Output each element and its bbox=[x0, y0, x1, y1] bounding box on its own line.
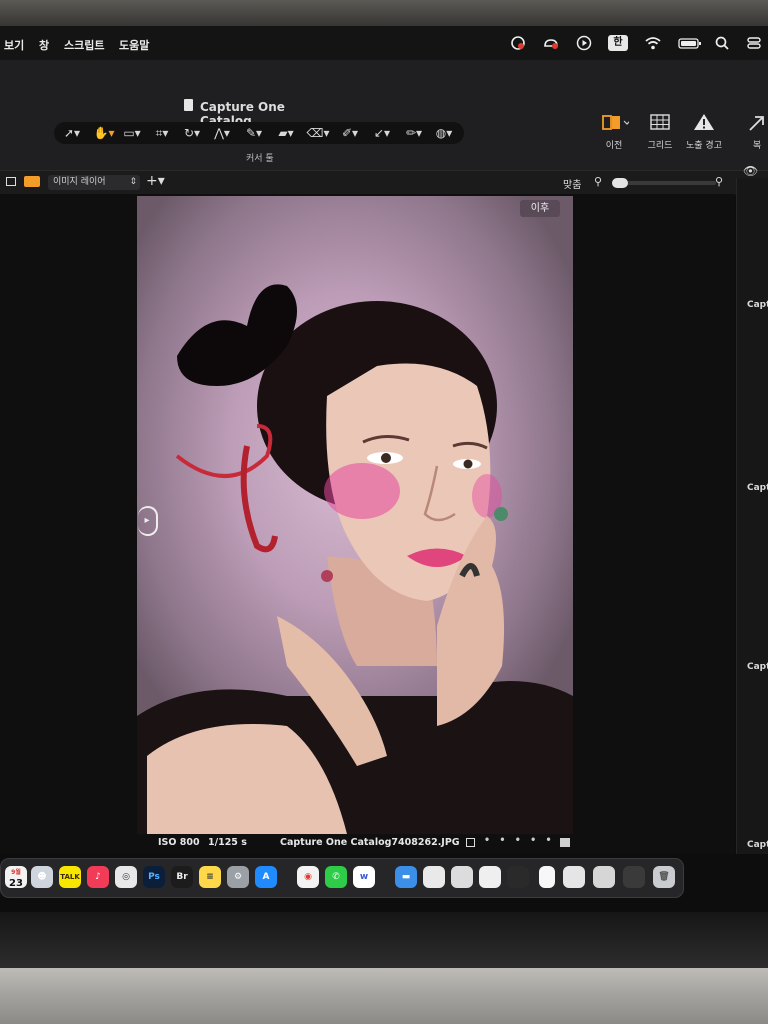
phone-app-icon[interactable]: ✆ bbox=[325, 866, 347, 888]
control-center-icon[interactable] bbox=[746, 35, 762, 51]
iso-value: ISO 800 bbox=[158, 837, 200, 848]
menu-help[interactable]: 도움말 bbox=[119, 37, 149, 53]
annotate-pen-icon[interactable]: ✏▾ bbox=[400, 124, 428, 142]
loupe-icon[interactable]: ▭▾ bbox=[118, 124, 146, 142]
app-toolbar: Capture One Catalog ➚▾ ✋▾ ▭▾ ⌗▾ ↻▾ ⋀▾ ✎▾… bbox=[0, 60, 768, 170]
zoom-fit-label[interactable]: 맞춤 bbox=[563, 176, 581, 191]
laptop-base bbox=[0, 968, 768, 1024]
folder-icon[interactable]: ▬ bbox=[395, 866, 417, 888]
photo-info-bar: ISO 800 1/125 s Capture One Catalog74082… bbox=[150, 835, 580, 851]
gradient-mask-icon[interactable]: ▰▾ bbox=[272, 124, 300, 142]
panel-label: Capt bbox=[747, 840, 768, 850]
after-badge: 이후 bbox=[520, 200, 560, 217]
keystone-icon[interactable]: ⋀▾ bbox=[208, 124, 236, 142]
window-thumb-icon[interactable] bbox=[593, 866, 615, 888]
calendar-app[interactable]: 9월 23 bbox=[5, 866, 27, 889]
cursor-tool-strip: ➚▾ ✋▾ ▭▾ ⌗▾ ↻▾ ⋀▾ ✎▾ ▰▾ ⌫▾ ✐▾ ↙▾ ✏▾ ◍▾ bbox=[54, 122, 464, 144]
zoom-out-icon[interactable]: ⚲ bbox=[594, 175, 602, 188]
right-panel: 👁 Capt Capt Capt Capt bbox=[736, 164, 768, 854]
menu-bar: 보기 창 스크립트 도움말 한 bbox=[0, 26, 768, 60]
metadata-icon[interactable] bbox=[560, 838, 570, 847]
before-after-label: 이전 bbox=[605, 141, 623, 151]
arrow-icon bbox=[742, 112, 768, 134]
music-app-icon[interactable]: ♪ bbox=[87, 866, 109, 888]
document-icon bbox=[184, 99, 193, 111]
brush-icon[interactable]: ✎▾ bbox=[240, 124, 268, 142]
dock: 9월 23 ☻ TALK ♪ ◎ Ps Br ≡ ⚙ A ◉ ✆ w ▬ 🗑 bbox=[0, 858, 684, 898]
capture-one-app-icon[interactable]: ◎ bbox=[115, 866, 137, 888]
layer-select[interactable]: 이미지 레이어 ⇕ bbox=[48, 175, 140, 190]
portrait-photo[interactable]: 이후 bbox=[137, 196, 573, 834]
pan-hand-icon[interactable]: ✋▾ bbox=[90, 124, 118, 142]
arrow-pick-icon[interactable]: ↙▾ bbox=[368, 124, 396, 142]
play-circle-icon[interactable] bbox=[576, 35, 592, 51]
chrome-like-app-icon[interactable]: ◉ bbox=[297, 866, 319, 888]
notes-app-icon[interactable]: ≡ bbox=[199, 866, 221, 888]
copy-adjust-label: 복 bbox=[752, 141, 762, 151]
window-thumb-icon[interactable] bbox=[423, 866, 445, 888]
portrait-illustration bbox=[137, 284, 573, 834]
system-settings-icon[interactable]: ⚙ bbox=[227, 866, 249, 888]
word-app[interactable]: w bbox=[353, 866, 375, 888]
warning-icon bbox=[682, 112, 726, 134]
window-thumb-icon[interactable] bbox=[451, 866, 473, 888]
app-store-icon[interactable]: A bbox=[255, 866, 277, 888]
shutter-value: 1/125 s bbox=[208, 837, 247, 848]
grid-icon bbox=[638, 112, 682, 134]
exposure-warning-button[interactable]: 노출 경고 bbox=[682, 112, 726, 152]
creative-cloud-icon[interactable] bbox=[542, 35, 558, 51]
menu-window[interactable]: 창 bbox=[39, 37, 49, 53]
photoshop-app[interactable]: Ps bbox=[143, 866, 165, 888]
single-view-icon[interactable] bbox=[6, 177, 16, 186]
eye-icon[interactable]: 👁 bbox=[743, 164, 758, 178]
panel-label: Capt bbox=[747, 300, 768, 310]
viewer-prev-icon[interactable]: ▸ bbox=[138, 506, 158, 536]
kakaotalk-app[interactable]: TALK bbox=[59, 866, 81, 888]
bridge-app[interactable]: Br bbox=[171, 866, 193, 888]
window-thumb-icon[interactable] bbox=[507, 866, 529, 888]
laptop-bezel-bottom bbox=[0, 912, 768, 972]
panel-label: Capt bbox=[747, 483, 768, 493]
zoom-slider-handle[interactable] bbox=[612, 178, 628, 188]
chevron-updown-icon: ⇕ bbox=[129, 177, 137, 187]
filename: Capture One Catalog7408262.JPG bbox=[280, 837, 460, 848]
copy-adjust-button[interactable]: 복 bbox=[742, 112, 768, 152]
contacts-app-icon[interactable]: ☻ bbox=[31, 866, 53, 888]
rating-box-icon[interactable] bbox=[466, 838, 475, 847]
cursor-tools-label: 커서 툴 bbox=[246, 154, 274, 164]
viewer-header: 이미지 레이어 ⇕ +▾ 맞춤 ⚲ ⚲ bbox=[0, 170, 768, 195]
wifi-icon[interactable] bbox=[644, 35, 661, 51]
select-cursor-icon[interactable]: ➚▾ bbox=[58, 124, 86, 142]
trash-icon[interactable]: 🗑 bbox=[653, 866, 675, 888]
grid-button[interactable]: 그리드 bbox=[638, 112, 682, 152]
add-layer-icon[interactable]: +▾ bbox=[146, 173, 165, 189]
menu-script[interactable]: 스크립트 bbox=[64, 37, 104, 53]
battery-icon[interactable] bbox=[678, 35, 702, 51]
notification-app-icon[interactable] bbox=[510, 35, 526, 51]
calendar-month: 9월 bbox=[11, 869, 21, 876]
panel-label: Capt bbox=[747, 662, 768, 672]
document-thumb-icon[interactable] bbox=[539, 866, 555, 888]
calendar-day: 23 bbox=[9, 878, 23, 889]
window-thumb-icon[interactable] bbox=[563, 866, 585, 888]
window-thumb-icon[interactable] bbox=[623, 866, 645, 888]
grid-label: 그리드 bbox=[647, 141, 673, 151]
input-source-indicator[interactable]: 한 bbox=[608, 35, 628, 51]
menu-view[interactable]: 보기 bbox=[4, 37, 24, 53]
layer-select-value: 이미지 레이어 bbox=[53, 177, 106, 187]
window-thumb-icon[interactable] bbox=[479, 866, 501, 888]
spotlight-search-icon[interactable] bbox=[714, 35, 730, 51]
color-balance-icon[interactable]: ◍▾ bbox=[430, 124, 458, 142]
exposure-warning-label: 노출 경고 bbox=[686, 141, 722, 151]
rating-dots[interactable]: • • • • • bbox=[484, 835, 555, 846]
eraser-icon[interactable]: ⌫▾ bbox=[304, 124, 332, 142]
eye-toggle-icon[interactable] bbox=[24, 176, 40, 187]
color-picker-icon[interactable]: ✐▾ bbox=[336, 124, 364, 142]
rotate-icon[interactable]: ↻▾ bbox=[178, 124, 206, 142]
crop-icon[interactable]: ⌗▾ bbox=[148, 124, 176, 142]
compare-icon bbox=[592, 112, 636, 134]
before-after-button[interactable]: 이전 bbox=[592, 112, 636, 152]
zoom-in-icon[interactable]: ⚲ bbox=[715, 175, 723, 188]
